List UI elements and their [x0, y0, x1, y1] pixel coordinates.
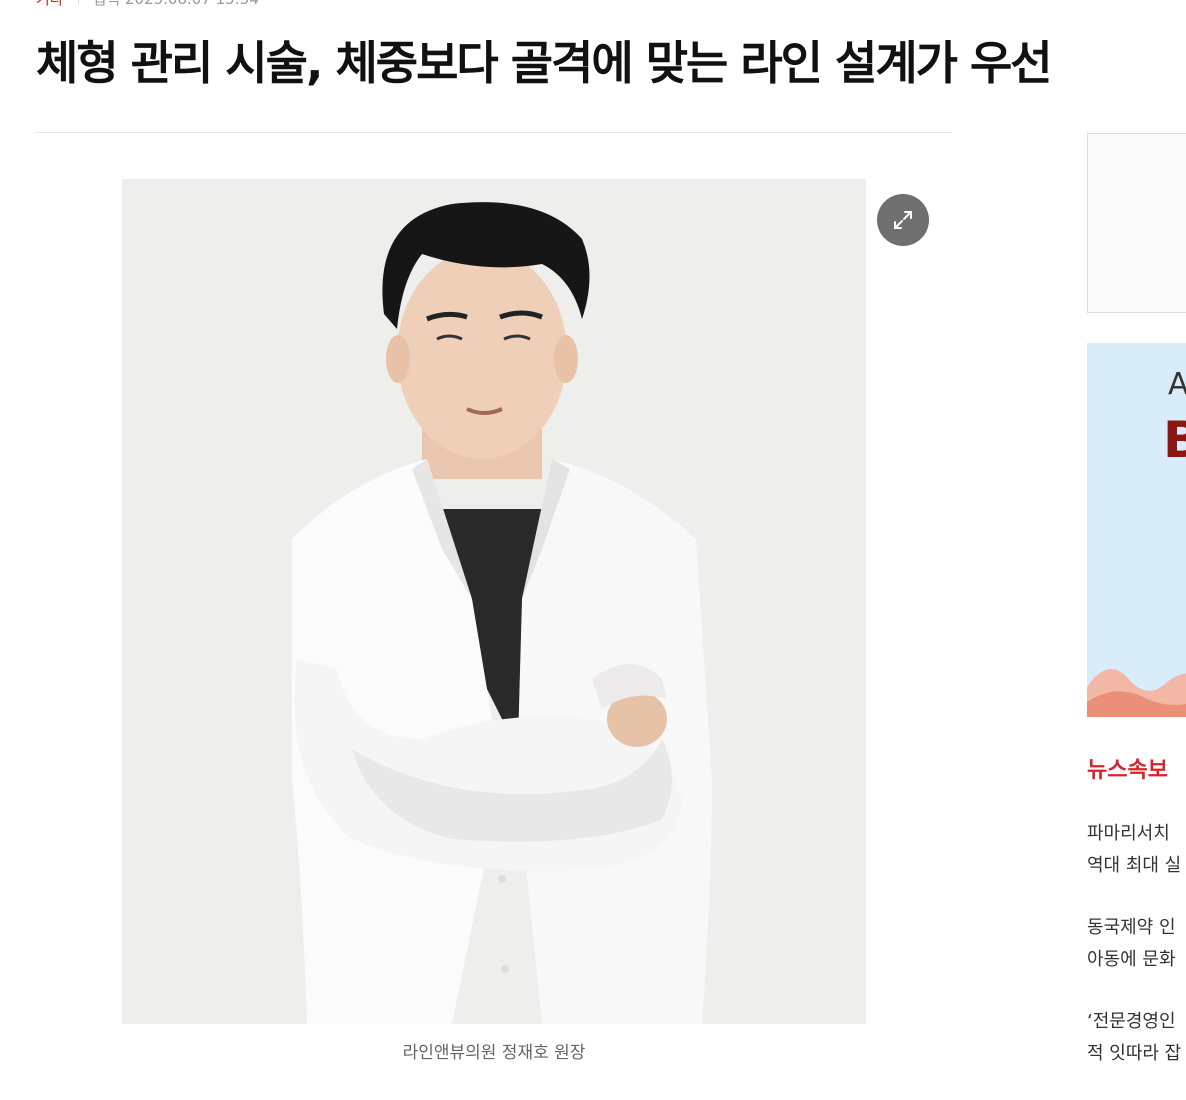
- expand-arrows-icon: [894, 211, 912, 229]
- news-item-line: 아동에 문화: [1087, 949, 1176, 970]
- news-item-line: 역대 최대 실: [1087, 855, 1182, 876]
- banner-decoration: [1087, 669, 1186, 717]
- news-item-line: 적 잇따라 잡: [1087, 1043, 1182, 1064]
- doctor-portrait-image: [122, 179, 866, 1024]
- sidebar-banner[interactable]: A B: [1087, 343, 1186, 717]
- expand-photo-button[interactable]: [877, 194, 929, 246]
- news-item-line: 동국제약 인: [1087, 917, 1176, 938]
- article-photo[interactable]: [122, 179, 866, 1024]
- news-flash-list: 파마리서치 역대 최대 실 동국제약 인 아동에 문화 ‘전문경영인 적 잇따라…: [1087, 818, 1186, 1100]
- banner-text-line1: A: [1168, 367, 1186, 402]
- news-flash-item[interactable]: 파마리서치 역대 최대 실: [1087, 818, 1186, 882]
- news-item-line: 파마리서치: [1087, 823, 1170, 844]
- article-category[interactable]: 기타: [36, 0, 64, 8]
- meta-divider: [77, 0, 79, 5]
- news-flash-heading: 뉴스속보: [1087, 758, 1168, 783]
- article-meta: 기타 입력 2025.08.07 15:54: [36, 0, 259, 10]
- news-item-line: ‘전문경영인: [1087, 1011, 1176, 1032]
- news-flash-item[interactable]: 동국제약 인 아동에 문화: [1087, 912, 1186, 976]
- headline-divider: [37, 132, 952, 133]
- article-date: 입력 2025.08.07 15:54: [93, 0, 259, 8]
- news-flash-item[interactable]: ‘전문경영인 적 잇따라 잡: [1087, 1006, 1186, 1070]
- banner-text-line2: B: [1163, 411, 1186, 469]
- article-headline: 체형 관리 시술, 체중보다 골격에 맞는 라인 설계가 우선: [36, 36, 1053, 90]
- sidebar-ad-box[interactable]: [1087, 133, 1186, 313]
